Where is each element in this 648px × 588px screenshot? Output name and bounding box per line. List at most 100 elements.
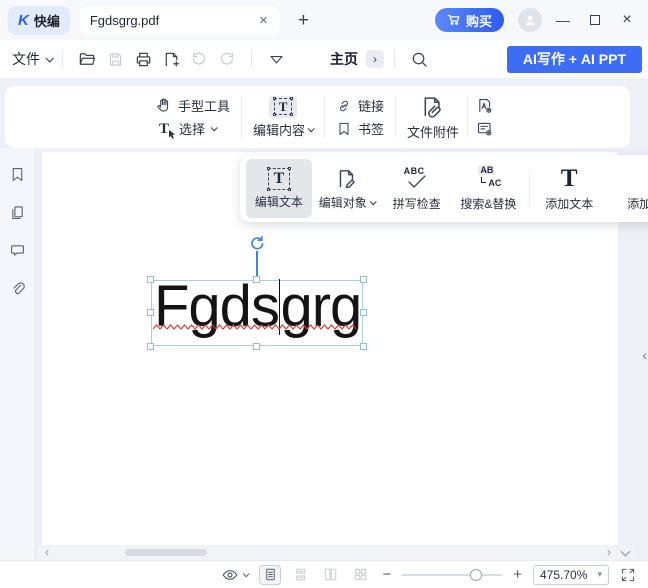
undo-icon — [190, 50, 208, 68]
new-tab-button[interactable]: + — [298, 11, 309, 30]
bookmark-label: 书签 — [358, 119, 384, 138]
add-page-button[interactable] — [159, 48, 183, 70]
right-panel-collapse-icon[interactable]: ‹ — [642, 347, 647, 363]
edit-object-button[interactable]: 编辑对象 — [312, 159, 382, 218]
bookmarks-panel-icon[interactable] — [9, 166, 26, 183]
divider — [467, 96, 468, 138]
continuous-mode-button[interactable] — [289, 565, 311, 585]
tab-close-icon[interactable]: × — [257, 12, 270, 29]
text-recognize-icon[interactable] — [476, 97, 493, 114]
redo-icon — [218, 50, 236, 68]
file-menu-label: 文件 — [12, 49, 40, 69]
attachments-panel-icon[interactable] — [9, 280, 26, 297]
redo-button[interactable] — [215, 48, 239, 70]
search-icon — [410, 50, 429, 69]
search-replace-button[interactable]: AB AC 搜索&替换 — [452, 159, 526, 218]
file-attachment-button[interactable]: 文件附件 — [407, 94, 459, 141]
document-tab[interactable]: Fgdsgrg.pdf × — [80, 6, 280, 35]
resize-handle-s[interactable] — [253, 343, 260, 350]
view-options-button[interactable] — [221, 566, 248, 584]
edit-text-button[interactable]: T 编辑文本 — [246, 159, 312, 218]
link-button[interactable]: 链接 — [336, 96, 384, 115]
edit-content-label: 编辑内容 — [253, 120, 305, 139]
tool-group-misc — [476, 97, 493, 137]
add-text-icon: T — [561, 166, 578, 192]
divider — [62, 50, 63, 68]
edit-text-label: 编辑文本 — [255, 193, 303, 210]
form-list-icon[interactable] — [476, 120, 493, 137]
file-menu[interactable]: 文件 — [12, 49, 52, 69]
resize-handle-nw[interactable] — [147, 276, 154, 283]
rotate-handle-icon[interactable] — [249, 235, 265, 256]
edit-content-button[interactable]: T 编辑内容 — [253, 96, 313, 139]
search-replace-label: 搜索&替换 — [460, 195, 516, 212]
zoom-slider[interactable] — [402, 568, 502, 582]
link-icon — [336, 98, 352, 114]
edit-tools-panel: T 编辑文本 编辑对象 ABC 拼写检查 AB AC 搜索&替换 T 添加文本 — [240, 155, 648, 222]
resize-handle-w[interactable] — [147, 309, 154, 316]
resize-handle-ne[interactable] — [360, 276, 367, 283]
app-window: K 快编 Fgdsgrg.pdf × + 购买 — × — [0, 0, 648, 588]
buy-button[interactable]: 购买 — [435, 8, 504, 32]
scroll-right-icon[interactable]: › — [607, 546, 611, 559]
resize-handle-se[interactable] — [360, 343, 367, 350]
zoom-slider-track[interactable] — [402, 574, 502, 576]
divider — [394, 50, 395, 68]
app-logo[interactable]: K 快编 — [8, 6, 70, 35]
edit-object-icon — [335, 167, 359, 191]
pages-panel-icon[interactable] — [9, 204, 26, 221]
avatar[interactable] — [518, 8, 542, 32]
horizontal-scrollbar[interactable]: ‹ › — [37, 546, 635, 559]
add-more-button[interactable]: T 添加 — [604, 159, 648, 218]
divider — [395, 96, 396, 138]
edit-content-icon: T — [274, 98, 293, 115]
zoom-out-button[interactable]: − — [382, 566, 391, 583]
save-button[interactable] — [103, 48, 127, 70]
zoom-level-select[interactable]: 475.70% ▾ — [533, 565, 609, 585]
search-button[interactable] — [407, 48, 431, 70]
tab-home[interactable]: 主页 — [330, 49, 358, 69]
hand-tool-button[interactable]: 手型工具 — [155, 96, 230, 115]
close-button[interactable]: × — [616, 11, 638, 29]
menubar: 文件 主页 › AI写作 + AI PPT — [0, 40, 648, 78]
spell-check-button[interactable]: ABC 拼写检查 — [382, 159, 452, 218]
zoom-slider-thumb[interactable] — [470, 569, 482, 581]
print-button[interactable] — [131, 48, 155, 70]
eye-icon — [221, 566, 239, 584]
selected-text-object[interactable]: Fgdsgrg — [151, 280, 363, 346]
facing-mode-button[interactable] — [319, 565, 341, 585]
hand-tool-label: 手型工具 — [178, 96, 230, 115]
toolbar-panel: 手型工具 T 选择 T 编辑内容 — [5, 86, 630, 148]
resize-handle-n[interactable] — [253, 276, 260, 283]
zoom-in-button[interactable]: + — [513, 566, 522, 583]
scroll-down-icon[interactable] — [621, 547, 631, 557]
minimize-button[interactable]: — — [552, 12, 574, 28]
comments-panel-icon[interactable] — [9, 242, 26, 259]
quick-tools-dropdown[interactable] — [264, 48, 288, 70]
select-cursor-icon: T — [155, 121, 173, 137]
resize-handle-e[interactable] — [360, 309, 367, 316]
select-tool-button[interactable]: T 选择 — [155, 119, 230, 138]
open-file-button[interactable] — [75, 48, 99, 70]
facing-continuous-mode-button[interactable] — [349, 565, 371, 585]
resize-handle-sw[interactable] — [147, 343, 154, 350]
scroll-left-icon[interactable]: ‹ — [45, 546, 49, 559]
undo-button[interactable] — [187, 48, 211, 70]
ribbon-expand-button[interactable]: › — [366, 50, 384, 68]
add-text-button[interactable]: T 添加文本 — [534, 159, 604, 218]
fullscreen-icon[interactable] — [620, 567, 636, 583]
add-more-label: 添加 — [627, 195, 648, 212]
maximize-button[interactable] — [584, 12, 606, 28]
bookmark-button[interactable]: 书签 — [336, 119, 384, 138]
search-replace-icon: AB AC — [475, 165, 501, 192]
save-icon — [107, 51, 124, 68]
file-attachment-label: 文件附件 — [407, 122, 459, 141]
divider — [324, 96, 325, 138]
folder-open-icon — [78, 50, 97, 69]
single-page-mode-button[interactable] — [259, 565, 281, 585]
horizontal-scroll-thumb[interactable] — [125, 549, 207, 556]
facing-pages-icon — [323, 567, 338, 582]
ai-writer-button[interactable]: AI写作 + AI PPT — [507, 46, 642, 73]
nabla-chevron-icon — [268, 51, 285, 68]
spell-check-icon: ABC — [403, 166, 431, 192]
